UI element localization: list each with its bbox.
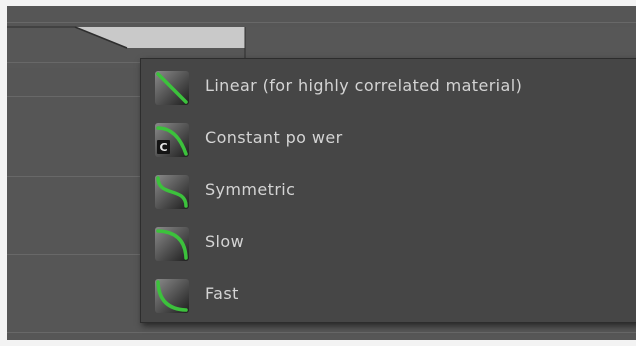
menu-item-label: Symmetric [205,180,296,199]
divider [7,22,636,23]
menu-item-slow[interactable]: Slow [141,221,636,261]
menu-item-label: Constant po wer [205,128,343,147]
crossfade-curve-menu: Linear (for highly correlated material) … [140,58,636,323]
fast-curve-icon [155,279,189,313]
linear-curve-icon [155,71,189,105]
menu-item-fast[interactable]: Fast [141,273,636,313]
menu-item-label: Slow [205,232,245,251]
symmetric-curve-icon [155,175,189,209]
slow-curve-icon [155,227,189,261]
constant-power-curve-icon: C [155,123,189,157]
divider [7,332,636,333]
menu-item-constant-power[interactable]: C Constant po wer [141,117,636,157]
menu-item-symmetric[interactable]: Symmetric [141,169,636,209]
constant-power-badge: C [159,141,167,154]
window-frame: Linear (for highly correlated material) … [0,0,636,346]
menu-item-label: Fast [205,284,239,303]
menu-item-linear[interactable]: Linear (for highly correlated material) [141,65,636,105]
menu-item-label: Linear (for highly correlated material) [205,76,523,95]
editor-panel: Linear (for highly correlated material) … [7,6,636,340]
